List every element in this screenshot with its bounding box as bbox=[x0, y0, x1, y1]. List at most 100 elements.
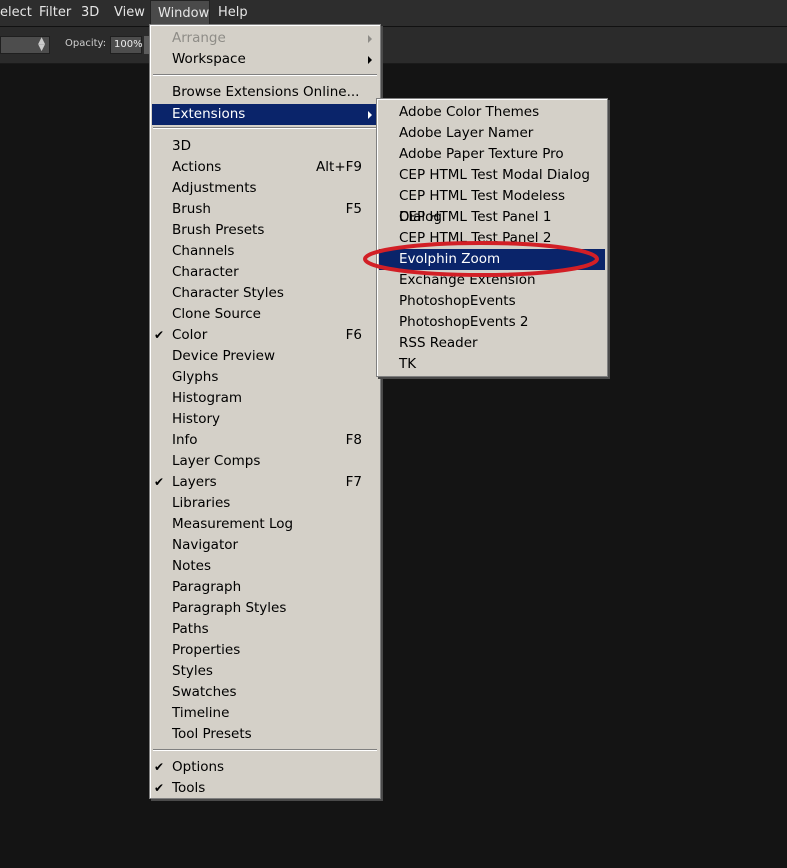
menu-item-label: Character bbox=[172, 264, 239, 280]
window-menu-item-adjustments[interactable]: Adjustments bbox=[152, 178, 378, 199]
window-menu-item-browse-extensions-online[interactable]: Browse Extensions Online... bbox=[152, 82, 378, 103]
menu-item-label: Color bbox=[172, 327, 208, 343]
menu-item-label: Brush bbox=[172, 201, 211, 217]
window-menu-item-layer-comps[interactable]: Layer Comps bbox=[152, 451, 378, 472]
menu-item-label: Libraries bbox=[172, 495, 231, 511]
extension-item-photoshopevents[interactable]: PhotoshopEvents bbox=[379, 291, 605, 312]
menu-item-label: Layer Comps bbox=[172, 453, 261, 469]
menu-item-label: Histogram bbox=[172, 390, 243, 406]
menu-item-shortcut: F7 bbox=[345, 474, 362, 490]
window-menu-item-notes[interactable]: Notes bbox=[152, 556, 378, 577]
menu-item-label: PhotoshopEvents bbox=[399, 293, 516, 309]
menu-item-label: History bbox=[172, 411, 221, 427]
window-menu-item-tools[interactable]: ✔ Tools bbox=[152, 778, 378, 799]
extension-item-adobe-layer-namer[interactable]: Adobe Layer Namer bbox=[379, 123, 605, 144]
extension-item-photoshopevents-2[interactable]: PhotoshopEvents 2 bbox=[379, 312, 605, 333]
menu-window[interactable]: Window bbox=[150, 0, 210, 26]
window-menu-item-clone-source[interactable]: Clone Source bbox=[152, 304, 378, 325]
window-menu-item-measurement-log[interactable]: Measurement Log bbox=[152, 514, 378, 535]
window-menu-item-arrange: Arrange bbox=[152, 28, 378, 49]
checkmark-icon: ✔ bbox=[154, 328, 165, 342]
window-menu-item-brush-presets[interactable]: Brush Presets bbox=[152, 220, 378, 241]
window-menu-item-libraries[interactable]: Libraries bbox=[152, 493, 378, 514]
window-menu-item-paths[interactable]: Paths bbox=[152, 619, 378, 640]
opacity-field[interactable]: 100% bbox=[110, 36, 143, 54]
submenu-arrow-icon bbox=[368, 35, 372, 43]
window-menu-item-timeline[interactable]: Timeline bbox=[152, 703, 378, 724]
menu-item-label: Adobe Paper Texture Pro bbox=[399, 146, 564, 162]
menu-3d[interactable]: 3D bbox=[81, 0, 99, 26]
window-menu-item-info[interactable]: Info F8 bbox=[152, 430, 378, 451]
window-menu-item-workspace[interactable]: Workspace bbox=[152, 49, 378, 70]
window-menu-item-styles[interactable]: Styles bbox=[152, 661, 378, 682]
menu-help[interactable]: Help bbox=[218, 0, 248, 26]
window-menu-item-swatches[interactable]: Swatches bbox=[152, 682, 378, 703]
menu-separator bbox=[153, 74, 377, 76]
options-bar: ▲ ▼ Opacity: 100% bbox=[0, 27, 787, 64]
window-menu-item-device-preview[interactable]: Device Preview bbox=[152, 346, 378, 367]
window-menu-item-color[interactable]: ✔ Color F6 bbox=[152, 325, 378, 346]
window-menu: Arrange Workspace Browse Extensions Online… bbox=[149, 24, 381, 799]
window-menu-item-paragraph-styles[interactable]: Paragraph Styles bbox=[152, 598, 378, 619]
menu-item-shortcut: F8 bbox=[345, 432, 362, 448]
checkmark-icon: ✔ bbox=[154, 781, 165, 795]
menu-item-label: 3D bbox=[172, 138, 191, 154]
extension-item-rss-reader[interactable]: RSS Reader bbox=[379, 333, 605, 354]
tool-preset-dropdown[interactable]: ▲ ▼ bbox=[0, 36, 50, 54]
menu-item-label: CEP HTML Test Panel 1 bbox=[399, 209, 552, 225]
checkmark-icon: ✔ bbox=[154, 475, 165, 489]
menu-item-label: Tool Presets bbox=[172, 726, 252, 742]
window-menu-item-character-styles[interactable]: Character Styles bbox=[152, 283, 378, 304]
window-menu-item-3d[interactable]: 3D bbox=[152, 136, 378, 157]
window-menu-item-brush[interactable]: Brush F5 bbox=[152, 199, 378, 220]
window-menu-item-glyphs[interactable]: Glyphs bbox=[152, 367, 378, 388]
window-menu-item-navigator[interactable]: Navigator bbox=[152, 535, 378, 556]
menu-item-label: Notes bbox=[172, 558, 211, 574]
extension-item-cep-html-test-panel-1[interactable]: CEP HTML Test Panel 1 bbox=[379, 207, 605, 228]
extension-item-tk[interactable]: TK bbox=[379, 354, 605, 375]
extension-item-adobe-color-themes[interactable]: Adobe Color Themes bbox=[379, 102, 605, 123]
window-menu-item-channels[interactable]: Channels bbox=[152, 241, 378, 262]
extension-item-adobe-paper-texture-pro[interactable]: Adobe Paper Texture Pro bbox=[379, 144, 605, 165]
window-menu-item-properties[interactable]: Properties bbox=[152, 640, 378, 661]
menu-item-label: Clone Source bbox=[172, 306, 261, 322]
menu-select[interactable]: elect bbox=[0, 0, 32, 26]
extension-item-cep-html-test-modeless-dialog[interactable]: CEP HTML Test Modeless Dialog bbox=[379, 186, 605, 225]
window-menu-item-extensions[interactable]: Extensions bbox=[152, 104, 378, 125]
extension-item-cep-html-test-modal-dialog[interactable]: CEP HTML Test Modal Dialog bbox=[379, 165, 605, 186]
menu-item-label: TK bbox=[399, 356, 417, 372]
window-menu-item-history[interactable]: History bbox=[152, 409, 378, 430]
menu-item-label: Channels bbox=[172, 243, 235, 259]
menu-item-label: Arrange bbox=[172, 30, 226, 46]
window-menu-item-layers[interactable]: ✔ Layers F7 bbox=[152, 472, 378, 493]
menu-item-label: Adobe Color Themes bbox=[399, 104, 540, 120]
menu-item-label: Tools bbox=[172, 780, 206, 796]
menu-item-label: Properties bbox=[172, 642, 241, 658]
menu-item-label: Styles bbox=[172, 663, 213, 679]
menu-item-label: Measurement Log bbox=[172, 516, 294, 532]
menu-item-label: Timeline bbox=[172, 705, 230, 721]
window-menu-item-options[interactable]: ✔ Options bbox=[152, 757, 378, 778]
extensions-submenu: Adobe Color Themes Adobe Layer Namer Adobe… bbox=[376, 98, 608, 377]
menu-item-label: Glyphs bbox=[172, 369, 219, 385]
window-menu-item-tool-presets[interactable]: Tool Presets bbox=[152, 724, 378, 745]
submenu-arrow-icon bbox=[368, 111, 372, 119]
extension-item-evolphin-zoom[interactable]: Evolphin Zoom bbox=[379, 249, 605, 270]
menu-view[interactable]: View bbox=[114, 0, 145, 26]
window-menu-item-character[interactable]: Character bbox=[152, 262, 378, 283]
menu-item-label: Workspace bbox=[172, 51, 246, 67]
menu-item-label: CEP HTML Test Panel 2 bbox=[399, 230, 552, 246]
window-menu-item-actions[interactable]: Actions Alt+F9 bbox=[152, 157, 378, 178]
menu-item-label: RSS Reader bbox=[399, 335, 478, 351]
window-menu-item-histogram[interactable]: Histogram bbox=[152, 388, 378, 409]
menu-item-label: Exchange Extension bbox=[399, 272, 536, 288]
extension-item-cep-html-test-panel-2[interactable]: CEP HTML Test Panel 2 bbox=[379, 228, 605, 249]
menu-item-shortcut: F6 bbox=[345, 327, 362, 343]
up-down-arrows-icon: ▲ ▼ bbox=[38, 36, 45, 53]
menu-filter[interactable]: Filter bbox=[39, 0, 71, 26]
menu-separator bbox=[153, 127, 377, 129]
menu-item-label: PhotoshopEvents 2 bbox=[399, 314, 529, 330]
window-menu-item-paragraph[interactable]: Paragraph bbox=[152, 577, 378, 598]
menu-item-label: Character Styles bbox=[172, 285, 284, 301]
extension-item-exchange-extension[interactable]: Exchange Extension bbox=[379, 270, 605, 291]
